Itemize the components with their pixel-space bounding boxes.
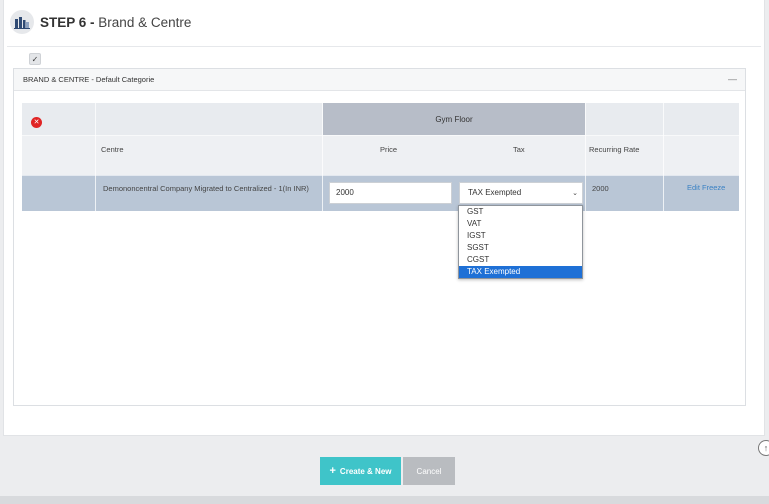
create-and-new-button[interactable]: + Create & New [320, 457, 401, 485]
tax-option-igst[interactable]: IGST [459, 230, 582, 242]
column-header-centre[interactable]: Centre [101, 145, 124, 154]
plus-icon: + [329, 464, 336, 477]
chevron-down-icon: ⌄ [572, 190, 578, 197]
close-icon: ✕ [33, 119, 40, 126]
price-input[interactable]: 2000 [329, 182, 452, 204]
tax-select[interactable]: TAX Exempted ⌄ [459, 182, 583, 204]
column-divider [95, 103, 96, 211]
group-header-label: Gym Floor [435, 114, 473, 124]
tax-option-vat[interactable]: VAT [459, 218, 582, 230]
create-and-new-label: Create & New [339, 466, 392, 476]
tax-option-cgst[interactable]: CGST [459, 254, 582, 266]
remove-row-button[interactable]: ✕ [31, 117, 42, 128]
collapse-icon[interactable]: — [728, 75, 737, 84]
building-icon [10, 10, 34, 34]
step-title-text: Brand & Centre [98, 14, 192, 30]
select-all-checkbox[interactable]: ✓ [29, 53, 41, 65]
tax-option-gst[interactable]: GST [459, 206, 582, 218]
divider [7, 46, 761, 47]
row-divider [22, 175, 739, 176]
column-divider [663, 103, 664, 211]
group-header-gym-floor: Gym Floor [323, 103, 585, 135]
step-header: STEP 6 - Brand & Centre [10, 8, 191, 36]
page-footer-band [0, 496, 769, 504]
column-header-tax[interactable]: Tax [513, 145, 525, 154]
step-label: STEP 6 - [40, 14, 95, 30]
tax-option-tax-exempted[interactable]: TAX Exempted [459, 266, 582, 278]
panel-title: BRAND & CENTRE - Default Categorie [23, 75, 155, 84]
edit-freeze-link[interactable]: Edit Freeze [687, 183, 725, 192]
tax-dropdown-list: GST VAT IGST SGST CGST TAX Exempted [458, 205, 583, 279]
column-header-recurring-rate[interactable]: Recurring Rate [589, 145, 639, 154]
panel-header[interactable]: BRAND & CENTRE - Default Categorie — [14, 69, 745, 91]
column-divider [585, 103, 586, 211]
table-header-row [22, 135, 739, 175]
column-header-price[interactable]: Price [380, 145, 397, 154]
row-centre-name: Demononcentral Company Migrated to Centr… [103, 184, 309, 193]
scroll-to-top-button[interactable]: ↑ [758, 440, 769, 456]
page-title: STEP 6 - Brand & Centre [40, 15, 191, 30]
row-recurring-rate: 2000 [592, 184, 609, 193]
arrow-up-icon: ↑ [763, 443, 769, 453]
cancel-button[interactable]: Cancel [403, 457, 455, 485]
tax-select-value: TAX Exempted [468, 188, 522, 197]
row-divider [22, 135, 739, 136]
brand-centre-panel: BRAND & CENTRE - Default Categorie — Gym… [13, 68, 746, 406]
column-divider [322, 103, 323, 211]
tax-option-sgst[interactable]: SGST [459, 242, 582, 254]
